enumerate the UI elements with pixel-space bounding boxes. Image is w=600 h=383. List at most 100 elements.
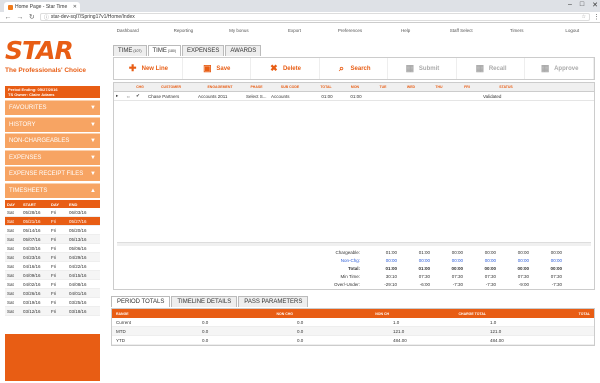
forward-icon[interactable]: →	[16, 14, 24, 21]
timesheet-cell: 04/30/16	[23, 245, 41, 251]
chevron-down-icon[interactable]: ▼	[90, 171, 96, 177]
back-icon[interactable]: ←	[4, 14, 12, 21]
delete-button[interactable]: ✖ Delete	[251, 58, 320, 79]
tab-awards[interactable]: AWARDS	[225, 45, 262, 56]
chevron-down-icon[interactable]: ▼	[90, 155, 96, 161]
list-item[interactable]: Sat 04/09/16 Fri 04/15/16	[5, 271, 100, 280]
recall-button[interactable]: ▦ Recall	[457, 58, 526, 79]
grid-col-header: PHASE	[250, 85, 263, 89]
totals-value: 00:00	[517, 257, 529, 263]
list-item[interactable]: Sat 05/21/16 Fri 05/27/16	[5, 217, 100, 226]
sidebar-item-label: HISTORY	[9, 121, 36, 128]
list-item[interactable]: Sat 03/26/16 Fri 04/01/16	[5, 289, 100, 298]
browser-tab[interactable]: Home Page - Star Time ✕	[4, 2, 80, 12]
list-item[interactable]: Sat 03/19/16 Fri 03/25/16	[5, 298, 100, 307]
grid-cell[interactable]: ⇔	[124, 94, 134, 99]
list-item[interactable]: Sat 04/02/16 Fri 04/08/16	[5, 280, 100, 289]
maximize-icon[interactable]: □	[580, 1, 584, 9]
close-tab-icon[interactable]: ✕	[73, 4, 77, 10]
timesheet-cell: Fri	[51, 290, 57, 296]
timesheet-cell: Fri	[51, 236, 57, 242]
topnav-item-preferences[interactable]: Preferences	[322, 28, 378, 33]
tab-label: TIME	[152, 48, 167, 54]
chevron-down-icon[interactable]: ▼	[90, 105, 96, 111]
totals-value: 00:00	[517, 265, 529, 271]
bookmark-star-icon[interactable]: ☆	[582, 14, 586, 20]
timesheet-cell: Sat	[7, 218, 14, 224]
search-button[interactable]: ⌕ Search	[320, 58, 389, 79]
sidebar-item-timesheets[interactable]: TIMESHEETS ▲	[5, 182, 100, 198]
url-field[interactable]: ⓘ star-dev-sql7/Spring17v1/Home/Index ☆	[39, 13, 591, 21]
totals-value: -29:10	[384, 281, 397, 287]
topnav-item-dashboard[interactable]: Dashboard	[100, 28, 156, 33]
sidebar-item-non-chargeables[interactable]: NON-CHARGEABLES ▼	[5, 133, 100, 148]
chevron-down-icon[interactable]: ▼	[90, 122, 96, 128]
topnav-item-my-bonus[interactable]: My bonus	[211, 28, 267, 33]
list-item[interactable]: Sat 05/14/16 Fri 05/20/16	[5, 226, 100, 235]
list-item[interactable]: Sat 04/23/16 Fri 04/29/16	[5, 253, 100, 262]
topnav-item-timers[interactable]: Timers	[489, 28, 545, 33]
button-label: Submit	[418, 65, 440, 72]
grid-col-header: STATUS	[499, 85, 513, 89]
address-bar: ← → ↻ ⓘ star-dev-sql7/Spring17v1/Home/In…	[0, 12, 600, 23]
sidebar-item-history[interactable]: HISTORY ▼	[5, 116, 100, 132]
list-item[interactable]: Sat 03/12/16 Fri 03/18/16	[5, 307, 100, 316]
timesheet-cell: Fri	[51, 263, 57, 269]
topnav-item-export[interactable]: Export	[267, 28, 323, 33]
sidebar-item-expense-receipt-files[interactable]: EXPENSE RECEIPT FILES ▼	[5, 166, 100, 181]
browser-menu-icon[interactable]: ⋮	[593, 13, 600, 21]
period-cell: 484.00	[490, 337, 504, 343]
top-nav: Dashboard Reporting My bonus Export Preferen…	[100, 24, 600, 36]
new-line-button[interactable]: ✚ New Line	[114, 58, 183, 79]
topnav-item-help[interactable]: Help	[378, 28, 434, 33]
tab-time-0[interactable]: TIME (107)	[113, 45, 147, 56]
close-window-icon[interactable]: ✕	[592, 1, 598, 9]
chevron-down-icon[interactable]: ▼	[90, 138, 96, 144]
totals-row: Chargeable: 01:00 01:00 00:00 00:00 00:00 00:0…	[292, 248, 592, 256]
tab-timeline-details[interactable]: TIMELINE DETAILS	[171, 296, 238, 307]
tab-label: AWARDS	[230, 48, 257, 54]
grid-col-header: THU	[435, 85, 443, 89]
minimize-icon[interactable]: –	[568, 1, 572, 9]
topnav-item-staff-select[interactable]: Staff Select	[433, 28, 489, 33]
table-row[interactable]: ▸ ⇔ ✔ Chase Partners Accounts 2011 Select S..…	[114, 92, 594, 101]
list-item[interactable]: Sat 05/28/16 Fri 06/03/16	[5, 208, 100, 217]
totals-value: 07:30	[517, 273, 529, 279]
chevron-up-icon[interactable]: ▲	[90, 188, 96, 194]
tab-time-1[interactable]: TIME (180)	[147, 45, 182, 56]
totals-row: Total: 01:00 01:00 00:00 00:00 00:00 00:00	[292, 264, 592, 272]
save-button[interactable]: ▣ Save	[183, 58, 252, 79]
sidebar-item-expenses[interactable]: EXPENSES ▼	[5, 149, 100, 165]
timesheet-cell: 05/06/16	[69, 245, 87, 251]
topnav-item-reporting[interactable]: Reporting	[156, 28, 212, 33]
period-cell: 1.0	[393, 319, 400, 325]
period-totals-table: RANGE NON CHG NON CH CHARGE TOTAL TOTAL Curre…	[111, 308, 595, 346]
horizontal-scrollbar[interactable]	[117, 242, 591, 246]
timesheet-cell: 04/08/16	[69, 281, 87, 287]
submit-button[interactable]: ▦ Submit	[388, 58, 457, 79]
totals-value: 00:00	[484, 265, 496, 271]
list-item[interactable]: Sat 05/07/16 Fri 05/13/16	[5, 235, 100, 244]
grid-cell[interactable]: ✔	[134, 93, 146, 99]
period-cell: 121.0	[393, 328, 405, 334]
tab-period-totals[interactable]: PERIOD TOTALS	[111, 296, 171, 307]
approve-button[interactable]: ▦ Approve	[525, 58, 595, 79]
tab-expenses[interactable]: EXPENSES	[182, 45, 225, 56]
sidebar-item-favourites[interactable]: FAVOURITES ▼	[5, 100, 100, 115]
timesheet-cell: 06/03/16	[69, 209, 87, 215]
period-cell: MTD	[116, 328, 126, 334]
tab-pass-parameters[interactable]: PASS PARAMETERS	[238, 296, 309, 307]
topnav-item-logout[interactable]: Logout	[545, 28, 600, 33]
totals-summary: Chargeable: 01:00 01:00 00:00 00:00 00:00 00:0…	[292, 248, 592, 288]
sidebar-item-label: EXPENSES	[9, 154, 42, 161]
reload-icon[interactable]: ↻	[28, 13, 36, 21]
grid-cell[interactable]: ▸	[114, 93, 124, 99]
tab-label: TIME	[118, 48, 133, 54]
totals-value: 07:30	[418, 273, 430, 279]
button-label: New Line	[141, 65, 168, 72]
list-item[interactable]: Sat 04/30/16 Fri 05/06/16	[5, 244, 100, 253]
list-item[interactable]: Sat 04/16/16 Fri 04/22/16	[5, 262, 100, 271]
totals-value: -6:00	[419, 281, 430, 287]
timesheet-cell: 04/16/16	[23, 263, 41, 269]
timesheet-cell: 03/25/16	[69, 299, 87, 305]
